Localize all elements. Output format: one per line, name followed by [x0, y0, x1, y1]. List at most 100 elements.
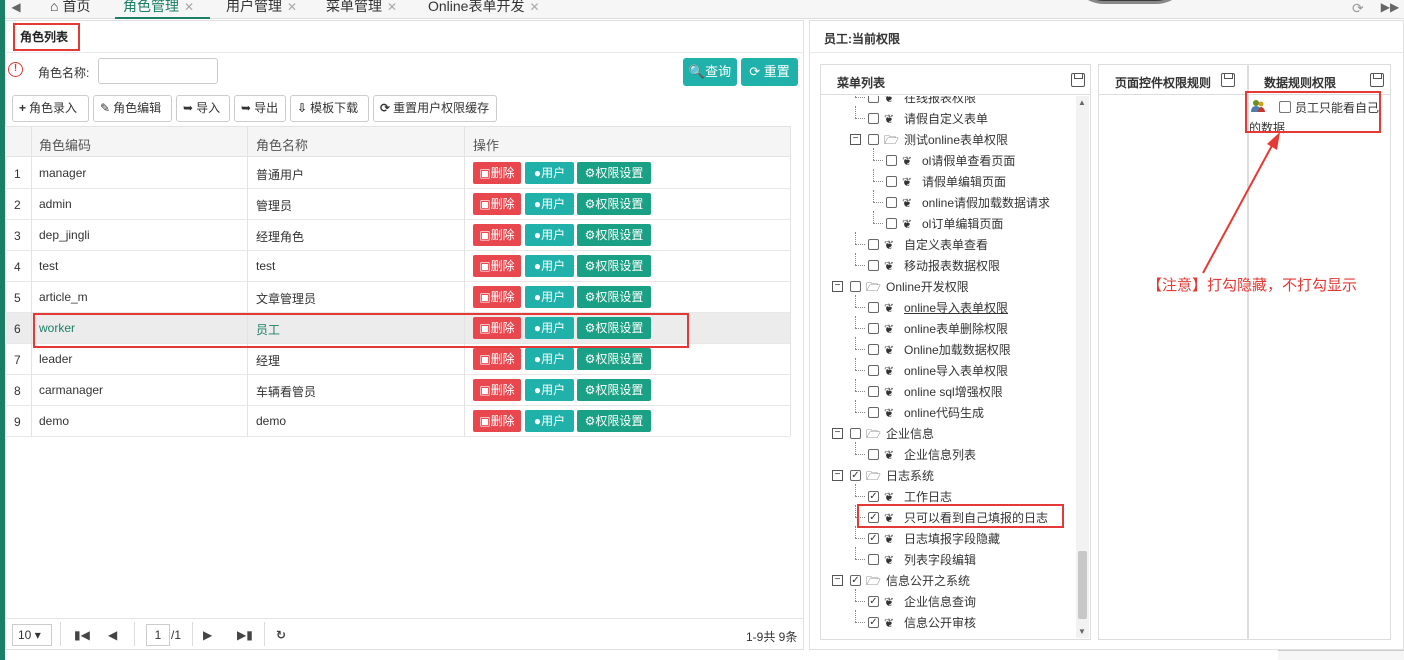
table-row[interactable]: 5 article_m 文章管理员 ▣删除 ●用户 ⚙权限设置 [5, 282, 790, 313]
permission-settings-button[interactable]: ⚙权限设置 [577, 224, 651, 246]
tree-checkbox[interactable] [868, 113, 879, 124]
tree-node[interactable]: − 🗁 测试online表单权限 [820, 131, 1076, 151]
delete-button[interactable]: ▣删除 [473, 162, 521, 184]
add-role-button[interactable]: + 角色录入 [12, 95, 89, 122]
tab-3[interactable]: 用户管理 ✕ [218, 0, 308, 19]
next-page-icon[interactable]: ▶ [203, 628, 212, 642]
delete-button[interactable]: ▣删除 [473, 286, 521, 308]
save-icon[interactable] [1221, 73, 1235, 87]
tree-node[interactable]: − 🗁 Online开发权限 [820, 278, 1076, 298]
tree-checkbox[interactable] [886, 197, 897, 208]
table-row[interactable]: 1 manager 普通用户 ▣删除 ●用户 ⚙权限设置 [5, 158, 790, 189]
tree-node[interactable]: ❦ ol订单编辑页面 [820, 211, 1076, 235]
tree-node[interactable]: ❦ 移动报表数据权限 [820, 253, 1076, 277]
tree-node[interactable]: ❦ online表单删除权限 [820, 316, 1076, 340]
tree-node[interactable]: ❦ online导入表单权限 [820, 358, 1076, 382]
user-button[interactable]: ●用户 [525, 286, 574, 308]
reset-permission-cache-button[interactable]: ⟳ 重置用户权限缓存 [373, 95, 497, 122]
tree-node[interactable]: ✓ ❦ 信息公开审核 [820, 610, 1076, 634]
close-icon[interactable]: ✕ [287, 0, 297, 14]
table-row[interactable]: 8 carmanager 车辆看管员 ▣删除 ●用户 ⚙权限设置 [5, 375, 790, 406]
user-button[interactable]: ●用户 [525, 193, 574, 215]
template-download-button[interactable]: ⇩ 模板下载 [290, 95, 369, 122]
refresh-icon[interactable]: ⟳ [1352, 0, 1364, 17]
tree-checkbox[interactable] [868, 407, 879, 418]
save-icon[interactable] [1370, 73, 1384, 87]
tree-node[interactable]: ❦ online sql增强权限 [820, 379, 1076, 403]
delete-button[interactable]: ▣删除 [473, 379, 521, 401]
last-page-icon[interactable]: ▶▮ [237, 628, 253, 642]
collapse-toggle-icon[interactable]: − [832, 428, 843, 439]
tree-checkbox[interactable]: ✓ [868, 617, 879, 628]
tree-node[interactable]: ✓ ❦ 企业信息查询 [820, 589, 1076, 613]
tree-checkbox[interactable]: ✓ [868, 533, 879, 544]
tree-node[interactable]: ❦ 请假自定义表单 [820, 106, 1076, 130]
permission-settings-button[interactable]: ⚙权限设置 [577, 410, 651, 432]
tree-checkbox[interactable] [850, 428, 861, 439]
table-row[interactable]: 3 dep_jingli 经理角色 ▣删除 ●用户 ⚙权限设置 [5, 220, 790, 251]
scroll-up-icon[interactable]: ▲ [1078, 98, 1086, 107]
tab-scroll-right-button[interactable]: ▶▶ [1380, 0, 1400, 18]
tree-node[interactable]: ❦ ol请假单查看页面 [820, 148, 1076, 172]
scroll-down-icon[interactable]: ▼ [1078, 627, 1086, 636]
tree-node[interactable]: ❦ online代码生成 [820, 400, 1076, 424]
close-icon[interactable]: ✕ [387, 0, 397, 14]
tree-node[interactable]: ❦ 企业信息列表 [820, 442, 1076, 466]
delete-button[interactable]: ▣删除 [473, 410, 521, 432]
table-row[interactable]: 4 test test ▣删除 ●用户 ⚙权限设置 [5, 251, 790, 282]
tree-checkbox[interactable] [868, 554, 879, 565]
user-button[interactable]: ●用户 [525, 224, 574, 246]
close-icon[interactable]: ✕ [529, 0, 539, 14]
collapse-toggle-icon[interactable]: − [832, 470, 843, 481]
close-icon[interactable]: ✕ [184, 0, 194, 14]
table-row[interactable]: 2 admin 管理员 ▣删除 ●用户 ⚙权限设置 [5, 189, 790, 220]
tab-1[interactable]: ⌂ 首页 [42, 0, 112, 19]
tree-checkbox[interactable]: ✓ [868, 596, 879, 607]
permission-settings-button[interactable]: ⚙权限设置 [577, 162, 651, 184]
user-button[interactable]: ●用户 [525, 162, 574, 184]
first-page-icon[interactable]: ▮◀ [74, 628, 90, 642]
tree-node[interactable]: ❦ online请假加载数据请求 [820, 190, 1076, 214]
horizontal-scrollbar[interactable] [1278, 650, 1404, 660]
user-button[interactable]: ●用户 [525, 410, 574, 432]
permission-settings-button[interactable]: ⚙权限设置 [577, 286, 651, 308]
tree-checkbox[interactable] [886, 176, 897, 187]
tree-checkbox[interactable] [886, 155, 897, 166]
column-header-role-code[interactable]: 角色编码 [39, 135, 91, 154]
delete-button[interactable]: ▣删除 [473, 255, 521, 277]
tree-checkbox[interactable] [868, 386, 879, 397]
tree-node[interactable]: ❦ 列表字段编辑 [820, 547, 1076, 571]
tree-node[interactable]: ❦ 自定义表单查看 [820, 232, 1076, 256]
tree-checkbox[interactable] [868, 260, 879, 271]
collapse-toggle-icon[interactable]: − [850, 134, 861, 145]
prev-page-icon[interactable]: ◀ [108, 628, 117, 642]
tree-checkbox[interactable] [868, 134, 879, 145]
column-header-role-name[interactable]: 角色名称 [256, 135, 308, 154]
tree-checkbox[interactable]: ✓ [850, 575, 861, 586]
reset-button[interactable]: ⟳ 重置 [741, 58, 798, 86]
role-name-input[interactable] [98, 58, 218, 84]
tree-checkbox[interactable]: ✓ [850, 470, 861, 481]
tree-node[interactable]: ✓ ❦ 日志填报字段隐藏 [820, 526, 1076, 550]
permission-settings-button[interactable]: ⚙权限设置 [577, 193, 651, 215]
page-size-select[interactable]: 10 ▾ [12, 624, 52, 646]
tree-node[interactable]: − ✓ 🗁 信息公开之系统 [820, 572, 1076, 592]
tree-node[interactable]: ❦ online导入表单权限 [820, 295, 1076, 319]
delete-button[interactable]: ▣删除 [473, 193, 521, 215]
tree-checkbox[interactable] [868, 344, 879, 355]
tree-node[interactable]: ❦ 请假单编辑页面 [820, 169, 1076, 193]
tree-checkbox[interactable] [886, 218, 897, 229]
user-button[interactable]: ●用户 [525, 348, 574, 370]
reload-icon[interactable]: ↻ [276, 628, 286, 642]
tree-checkbox[interactable] [868, 449, 879, 460]
save-icon[interactable] [1071, 73, 1085, 87]
collapse-toggle-icon[interactable]: − [832, 281, 843, 292]
menu-tree-scrollbar[interactable]: ▲ ▼ [1076, 96, 1089, 638]
permission-settings-button[interactable]: ⚙权限设置 [577, 255, 651, 277]
permission-settings-button[interactable]: ⚙权限设置 [577, 348, 651, 370]
tab-scroll-left-button[interactable]: ◀ [5, 0, 27, 18]
tree-node[interactable]: ❦ Online加载数据权限 [820, 337, 1076, 361]
tree-node[interactable]: − ✓ 🗁 日志系统 [820, 467, 1076, 487]
tree-checkbox[interactable] [868, 302, 879, 313]
user-button[interactable]: ●用户 [525, 255, 574, 277]
